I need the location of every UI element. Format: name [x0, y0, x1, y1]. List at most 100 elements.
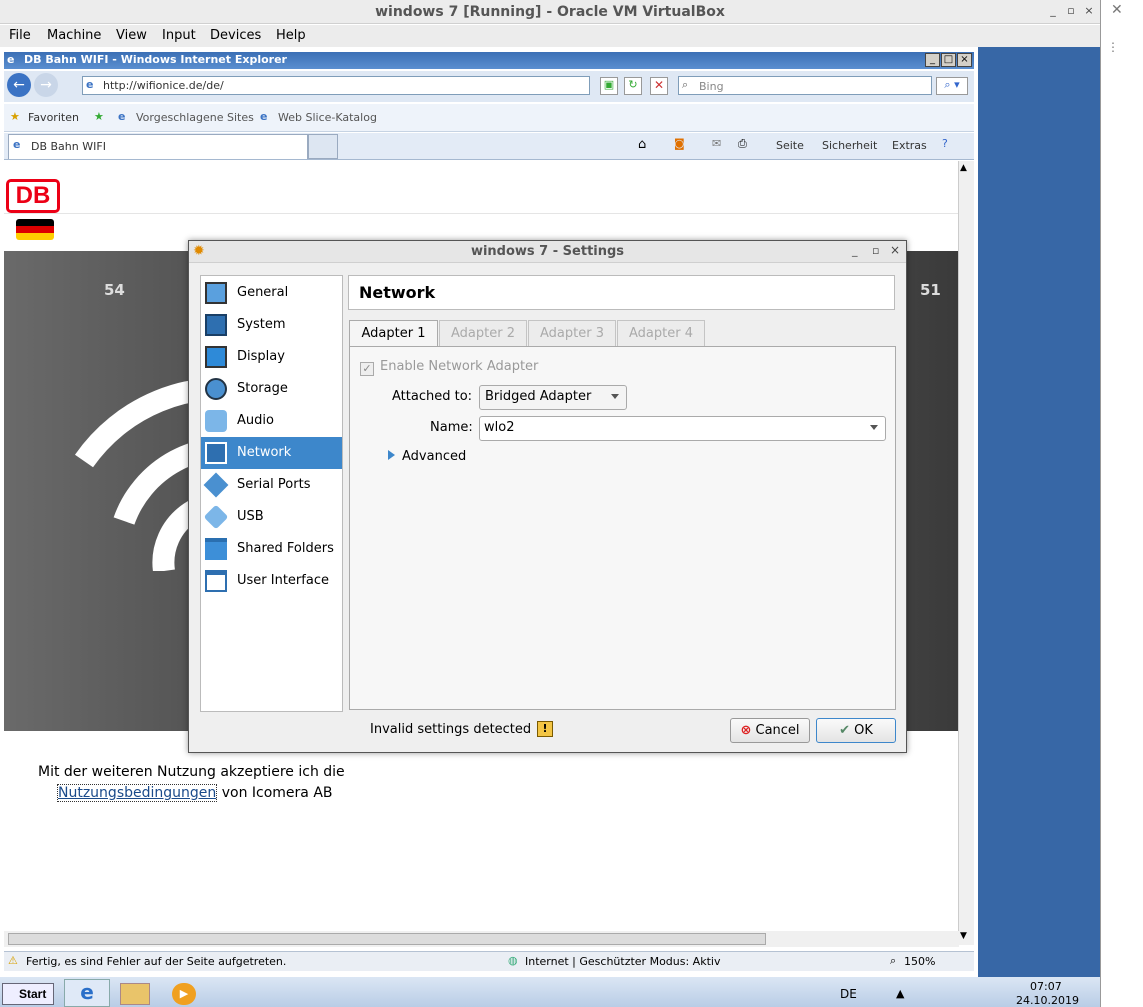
- sidebar-item-label: General: [237, 285, 289, 300]
- address-bar[interactable]: e http://wifionice.de/de/: [82, 76, 590, 95]
- menu-file[interactable]: File: [9, 28, 31, 43]
- home-icon[interactable]: ⌂: [638, 137, 646, 152]
- new-tab-button[interactable]: [308, 134, 338, 159]
- settings-titlebar: ✹ windows 7 - Settings _ ▫ ×: [189, 241, 906, 263]
- help-icon[interactable]: ?: [942, 137, 948, 150]
- dialog-maximize-button[interactable]: ▫: [872, 244, 879, 257]
- sidebar-item-label: Network: [237, 445, 292, 460]
- advanced-toggle[interactable]: Advanced: [388, 449, 466, 464]
- sidebar-item-shared-folders[interactable]: Shared Folders: [201, 533, 342, 565]
- sidebar-item-serial-ports[interactable]: Serial Ports: [201, 469, 342, 501]
- horizontal-scrollbar[interactable]: [4, 931, 959, 947]
- scroll-up-icon[interactable]: ▲: [960, 163, 967, 173]
- favorites-bar: ★ Favoriten ★ e Vorgeschlagene Sites e W…: [4, 104, 974, 132]
- enable-adapter-checkbox[interactable]: ✓: [360, 362, 374, 376]
- warning-icon[interactable]: !: [537, 721, 553, 737]
- page-menu[interactable]: Seite: [776, 139, 804, 152]
- minimize-button[interactable]: _: [1046, 4, 1060, 18]
- print-icon[interactable]: ⎙: [738, 137, 747, 151]
- terms-prefix: Mit der weiteren Nutzung akzeptiere ich …: [38, 764, 345, 780]
- language-indicator[interactable]: DE: [840, 987, 857, 1001]
- menu-devices[interactable]: Devices: [210, 28, 261, 43]
- ie-tab-row: e DB Bahn WIFI ⌂ ◙ ✉ ⎙ Seite Sicherheit …: [4, 133, 974, 160]
- sidebar-item-label: Audio: [237, 413, 274, 428]
- more-icon[interactable]: ⋮: [1107, 40, 1119, 54]
- close-button[interactable]: ×: [1082, 4, 1096, 18]
- menu-machine[interactable]: Machine: [47, 28, 101, 43]
- tab-adapter-2[interactable]: Adapter 2: [439, 320, 527, 347]
- web-slice-link[interactable]: Web Slice-Katalog: [278, 111, 377, 124]
- search-button[interactable]: ⌕ ▾: [936, 77, 968, 95]
- dialog-close-button[interactable]: ×: [890, 243, 900, 257]
- dialog-minimize-button[interactable]: _: [852, 244, 858, 257]
- usb-icon: [203, 504, 229, 530]
- name-label: Name:: [430, 420, 473, 435]
- tray-expand-icon[interactable]: ▲: [896, 987, 904, 1000]
- favorites-button[interactable]: Favoriten: [28, 111, 79, 124]
- terms-link[interactable]: Nutzungsbedingungen: [57, 784, 218, 802]
- zoom-level[interactable]: 150%: [904, 955, 935, 968]
- search-input[interactable]: ⌕ Bing: [678, 76, 932, 95]
- sidebar-item-display[interactable]: Display: [201, 341, 342, 373]
- sidebar-item-usb[interactable]: USB: [201, 501, 342, 533]
- tab-adapter-3[interactable]: Adapter 3: [528, 320, 616, 347]
- ie-close-button[interactable]: ×: [957, 53, 972, 67]
- back-icon[interactable]: ←: [7, 73, 31, 97]
- forward-icon[interactable]: →: [34, 73, 58, 97]
- cancel-button[interactable]: ⊗ Cancel: [730, 718, 810, 743]
- refresh-icon[interactable]: ↻: [624, 77, 642, 95]
- scroll-down-icon[interactable]: ▼: [960, 931, 967, 941]
- ie-address-row: ← → e http://wifionice.de/de/ ▣ ↻ ✕ ⌕ Bi…: [4, 71, 974, 102]
- menu-input[interactable]: Input: [162, 28, 196, 43]
- sidebar-item-storage[interactable]: Storage: [201, 373, 342, 405]
- suggested-sites-link[interactable]: Vorgeschlagene Sites: [136, 111, 254, 124]
- start-button[interactable]: Start: [2, 983, 54, 1005]
- maximize-button[interactable]: ▫: [1064, 4, 1078, 18]
- name-select[interactable]: wlo2: [479, 416, 886, 441]
- vertical-scrollbar[interactable]: ▲ ▼: [958, 161, 974, 945]
- ie-tab[interactable]: e DB Bahn WIFI: [8, 134, 308, 159]
- explorer-taskbar-icon[interactable]: [120, 983, 150, 1005]
- clock-date[interactable]: 24.10.2019: [1016, 994, 1079, 1007]
- scroll-thumb[interactable]: [8, 933, 766, 945]
- media-player-icon[interactable]: ▶: [172, 983, 196, 1005]
- stop-icon[interactable]: ✕: [650, 77, 668, 95]
- attached-to-select[interactable]: Bridged Adapter: [479, 385, 627, 410]
- menu-view[interactable]: View: [116, 28, 147, 43]
- sidebar-item-user-interface[interactable]: User Interface: [201, 565, 342, 597]
- settings-title: windows 7 - Settings: [470, 244, 625, 259]
- close-icon[interactable]: ✕: [1111, 2, 1123, 18]
- attached-to-value: Bridged Adapter: [485, 389, 592, 404]
- tab-adapter-4[interactable]: Adapter 4: [617, 320, 705, 347]
- ie-window-title: DB Bahn WIFI - Windows Internet Explorer: [24, 53, 287, 66]
- sidebar-item-general[interactable]: General: [201, 277, 342, 309]
- globe-icon: ◍: [508, 954, 518, 967]
- compat-view-icon[interactable]: ▣: [600, 77, 618, 95]
- sidebar-item-label: System: [237, 317, 286, 332]
- ok-label: OK: [854, 723, 873, 738]
- extras-menu[interactable]: Extras: [892, 139, 927, 152]
- network-icon: [205, 442, 227, 464]
- enable-adapter-label: Enable Network Adapter: [380, 359, 539, 374]
- menu-help[interactable]: Help: [276, 28, 306, 43]
- german-flag-icon[interactable]: [16, 219, 54, 241]
- vbox-titlebar: windows 7 [Running] - Oracle VM VirtualB…: [0, 0, 1100, 24]
- tab-adapter-1[interactable]: Adapter 1: [349, 320, 438, 348]
- ie-maximize-button[interactable]: □: [941, 53, 956, 67]
- system-icon: [205, 314, 227, 336]
- feeds-icon[interactable]: ◙: [674, 137, 685, 150]
- add-favorite-icon[interactable]: ★: [94, 110, 104, 123]
- ie-minimize-button[interactable]: _: [925, 53, 940, 67]
- safety-menu[interactable]: Sicherheit: [822, 139, 877, 152]
- ie-taskbar-icon[interactable]: e: [64, 979, 110, 1007]
- sidebar-item-system[interactable]: System: [201, 309, 342, 341]
- cancel-icon: ⊗: [740, 723, 752, 738]
- sidebar-item-network[interactable]: Network: [201, 437, 342, 469]
- display-icon: [205, 346, 227, 368]
- ok-button[interactable]: ✔ OK: [816, 718, 896, 743]
- ie-titlebar: e DB Bahn WIFI - Windows Internet Explor…: [4, 52, 974, 69]
- warning-icon[interactable]: ⚠: [8, 954, 18, 967]
- mail-icon[interactable]: ✉: [712, 137, 721, 150]
- clock-time[interactable]: 07:07: [1030, 980, 1062, 993]
- sidebar-item-audio[interactable]: Audio: [201, 405, 342, 437]
